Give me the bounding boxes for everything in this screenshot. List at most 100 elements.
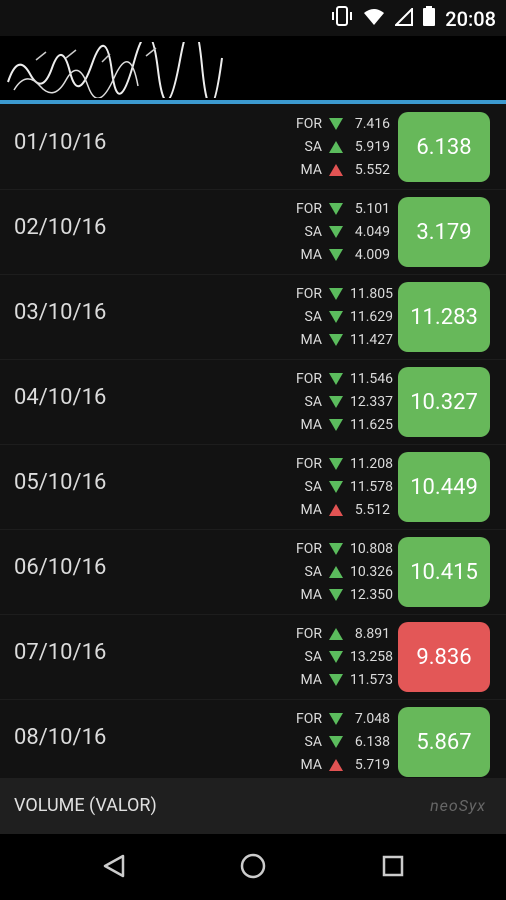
metric-value: 5.512 <box>354 501 390 518</box>
trend-down-icon <box>329 117 343 130</box>
metric-value: 11.573 <box>350 671 394 688</box>
value-button[interactable]: 6.138 <box>398 112 490 182</box>
trend-down-icon <box>329 372 343 385</box>
metric-ma: MA 5.512 <box>280 498 390 521</box>
metric-value: 5.552 <box>354 161 390 178</box>
trend-down-icon <box>329 202 343 215</box>
metric-for: FOR 11.805 <box>280 282 394 305</box>
metric-label: MA <box>300 501 322 518</box>
metric-label: SA <box>304 478 322 495</box>
metric-value: 11.805 <box>350 285 394 302</box>
metric-sa: SA 12.337 <box>280 390 394 413</box>
metric-label: MA <box>300 331 322 348</box>
metric-for: FOR 7.048 <box>280 707 390 730</box>
metric-sa: SA 11.578 <box>280 475 394 498</box>
metric-label: SA <box>304 138 322 155</box>
home-button[interactable] <box>233 846 273 886</box>
list-item[interactable]: 04/10/16 FOR 11.546 SA 12.337 MA 11.625 … <box>0 359 506 445</box>
list-item[interactable]: 07/10/16 FOR 8.891 SA 13.258 MA 11.573 9… <box>0 614 506 700</box>
trend-up-icon <box>329 758 343 771</box>
metric-for: FOR 8.891 <box>280 622 390 645</box>
metric-ma: MA 12.350 <box>280 583 394 606</box>
trend-down-icon <box>329 712 343 725</box>
status-icons: 20:08 <box>331 6 496 31</box>
trend-down-icon <box>329 333 343 346</box>
row-metrics: FOR 11.546 SA 12.337 MA 11.625 <box>280 367 394 436</box>
metric-label: SA <box>304 308 322 325</box>
metric-ma: MA 5.552 <box>280 158 390 181</box>
list-item[interactable]: 01/10/16 FOR 7.416 SA 5.919 MA 5.552 6.1… <box>0 104 506 190</box>
metric-label: FOR <box>296 540 322 557</box>
list-item[interactable]: 03/10/16 FOR 11.805 SA 11.629 MA 11.427 … <box>0 274 506 360</box>
metric-sa: SA 4.049 <box>280 220 390 243</box>
value-button[interactable]: 5.867 <box>398 707 490 777</box>
metric-value: 7.416 <box>354 115 390 132</box>
metric-label: MA <box>300 161 322 178</box>
metric-label: MA <box>300 671 322 688</box>
status-time: 20:08 <box>445 6 496 31</box>
trend-down-icon <box>329 225 343 238</box>
recents-button[interactable] <box>373 846 413 886</box>
back-button[interactable] <box>94 846 134 886</box>
metric-label: SA <box>304 733 322 750</box>
metric-value: 5.919 <box>354 138 390 155</box>
trend-down-icon <box>329 480 343 493</box>
metric-label: FOR <box>296 625 322 642</box>
metric-label: FOR <box>296 115 322 132</box>
metric-sa: SA 5.919 <box>280 135 390 158</box>
row-date: 02/10/16 <box>14 215 107 240</box>
trend-down-icon <box>329 673 343 686</box>
metric-value: 5.101 <box>354 200 390 217</box>
trend-up-icon <box>329 503 343 516</box>
metric-for: FOR 11.208 <box>280 452 393 475</box>
list-item[interactable]: 08/10/16 FOR 7.048 SA 6.138 MA 5.719 5.8… <box>0 699 506 785</box>
row-metrics: FOR 8.891 SA 13.258 MA 11.573 <box>280 622 394 691</box>
metric-value: 6.138 <box>354 733 390 750</box>
metric-label: SA <box>304 563 322 580</box>
metric-label: FOR <box>296 370 322 387</box>
metric-value: 11.578 <box>350 478 394 495</box>
battery-icon <box>423 6 436 31</box>
row-metrics: FOR 10.808 SA 10.326 MA 12.350 <box>280 537 394 606</box>
footer-bar: VOLUME (VALOR) neoSyx <box>0 778 506 834</box>
trend-down-icon <box>329 310 343 323</box>
app-header <box>0 22 506 106</box>
row-date: 04/10/16 <box>14 385 107 410</box>
metric-sa: SA 6.138 <box>280 730 390 753</box>
trend-down-icon <box>329 542 343 555</box>
metric-label: SA <box>304 648 322 665</box>
value-button[interactable]: 10.415 <box>398 537 490 607</box>
back-icon <box>103 854 125 878</box>
value-button[interactable]: 11.283 <box>398 282 490 352</box>
metric-value: 10.326 <box>350 563 394 580</box>
row-metrics: FOR 11.208 SA 11.578 MA 5.512 <box>280 452 394 521</box>
metric-ma: MA 4.009 <box>280 243 390 266</box>
value-button[interactable]: 10.327 <box>398 367 490 437</box>
list-item[interactable]: 05/10/16 FOR 11.208 SA 11.578 MA 5.512 1… <box>0 444 506 530</box>
list-item[interactable]: 02/10/16 FOR 5.101 SA 4.049 MA 4.009 3.1… <box>0 189 506 275</box>
metric-label: MA <box>300 416 322 433</box>
metric-sa: SA 10.326 <box>280 560 394 583</box>
value-button[interactable]: 9.836 <box>398 622 490 692</box>
row-metrics: FOR 7.048 SA 6.138 MA 5.719 <box>280 707 390 776</box>
metric-value: 10.808 <box>350 540 394 557</box>
metric-label: FOR <box>296 200 322 217</box>
value-button[interactable]: 10.449 <box>398 452 490 522</box>
trend-up-icon <box>329 565 343 578</box>
metric-value: 4.009 <box>354 246 390 263</box>
system-nav-bar <box>0 834 506 900</box>
metric-value: 11.546 <box>350 370 394 387</box>
trend-down-icon <box>329 588 343 601</box>
metric-label: FOR <box>296 285 322 302</box>
metric-value: 13.258 <box>350 648 394 665</box>
row-date: 01/10/16 <box>14 130 107 155</box>
metric-for: FOR 7.416 <box>280 112 390 135</box>
list-item[interactable]: 06/10/16 FOR 10.808 SA 10.326 MA 12.350 … <box>0 529 506 615</box>
trend-down-icon <box>329 650 343 663</box>
brand-logo: neoSyx <box>430 796 486 815</box>
volume-list: 01/10/16 FOR 7.416 SA 5.919 MA 5.552 6.1… <box>0 104 506 785</box>
row-date: 08/10/16 <box>14 725 107 750</box>
value-button[interactable]: 3.179 <box>398 197 490 267</box>
wifi-icon <box>363 7 385 31</box>
metric-label: MA <box>300 586 322 603</box>
